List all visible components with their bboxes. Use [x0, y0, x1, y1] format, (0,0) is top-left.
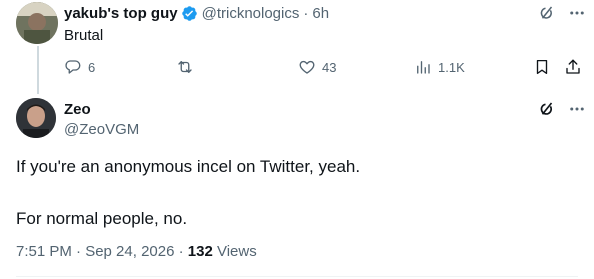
share-icon	[566, 59, 580, 74]
grok-icon[interactable]	[538, 100, 556, 118]
reply-display-name[interactable]: Zeo	[64, 101, 91, 118]
bookmark-button[interactable]	[533, 57, 551, 77]
reply-avatar[interactable]	[16, 98, 56, 138]
more-icon[interactable]	[568, 100, 586, 118]
grok-icon[interactable]	[538, 4, 556, 22]
parent-timestamp[interactable]: 6h	[312, 5, 329, 22]
parent-top-actions	[538, 4, 586, 22]
views-total: 132	[187, 243, 213, 260]
more-icon[interactable]	[568, 4, 586, 22]
divider	[16, 276, 578, 277]
reply-count: 6	[88, 59, 96, 75]
retweet-button[interactable]	[176, 57, 200, 77]
bookmark-icon	[536, 59, 548, 75]
like-icon	[299, 60, 315, 74]
reply-paragraph: If you're an anonymous incel on Twitter,…	[16, 157, 361, 176]
reply-tweet-text: If you're an anonymous incel on Twitter,…	[16, 154, 576, 232]
parent-tweet-text: Brutal	[64, 27, 104, 44]
views-button[interactable]: 1.1K	[414, 57, 465, 77]
parent-tweet-header: yakub's top guy @tricknologics · 6h	[64, 4, 329, 22]
like-button[interactable]: 43	[298, 57, 336, 77]
header-separator: ·	[303, 4, 309, 22]
reply-button[interactable]: 6	[64, 57, 95, 77]
retweet-icon	[178, 61, 192, 73]
thread-connector-line	[37, 46, 39, 94]
parent-action-bar: 6 43 1.1K	[64, 57, 586, 77]
parent-display-name[interactable]: yakub's top guy	[64, 5, 178, 22]
views-label: Views	[216, 243, 257, 260]
tweet-meta: 7:51 PM · Sep 24, 2026 · 132 Views	[16, 243, 257, 260]
parent-avatar[interactable]	[16, 2, 58, 44]
views-count: 1.1K	[438, 59, 465, 75]
reply-paragraph: For normal people, no.	[16, 209, 188, 228]
reply-icon	[65, 60, 81, 74]
reply-top-actions	[538, 100, 586, 118]
share-button[interactable]	[564, 57, 582, 77]
verified-badge-icon	[181, 5, 197, 21]
parent-handle[interactable]: @tricknologics	[202, 5, 300, 22]
tweet-timestamp[interactable]: 7:51 PM · Sep 24, 2026 ·	[16, 243, 184, 260]
views-icon	[417, 61, 430, 74]
like-count: 43	[322, 59, 337, 75]
reply-handle[interactable]: @ZeoVGM	[64, 121, 139, 138]
